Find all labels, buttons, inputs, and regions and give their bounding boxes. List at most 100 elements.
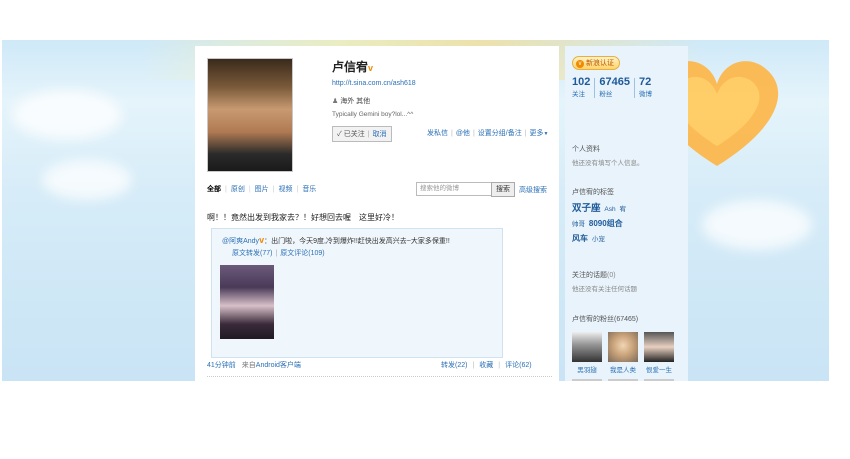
profile-avatar[interactable]: [207, 58, 293, 172]
tab-pictures[interactable]: 图片: [255, 186, 269, 193]
post-divider: [207, 376, 552, 377]
post-time-link[interactable]: 41分钟前: [207, 362, 236, 369]
personal-info-empty: 他还没有填写个人信息。: [572, 160, 644, 167]
fan-name[interactable]: 黑羽翅: [572, 364, 602, 374]
topics-title: 关注的话题(0): [572, 270, 616, 280]
topics-title-text: 关注的话题: [572, 272, 607, 279]
divider: |: [524, 130, 527, 137]
repost-content: @阿爽Andyv：出门啦，今天9度,冷到爆炸!!赶快出发高兴去~大家多保重!!: [222, 235, 450, 246]
tag[interactable]: Ash: [604, 206, 615, 213]
fans-title[interactable]: 卢信宥的粉丝(67465): [572, 314, 638, 324]
sidebar: v 新浪认证 102 关注 67465 粉丝 72 微博 个人资料 他还没有填写个…: [565, 46, 688, 381]
tab-video[interactable]: 视频: [278, 186, 292, 193]
fan-name[interactable]: 恨爱一生: [644, 364, 674, 374]
profile-url[interactable]: http://t.sina.com.cn/ash618: [332, 80, 416, 87]
fan-avatar[interactable]: [572, 332, 602, 362]
fans-grid-row-2: [572, 379, 680, 381]
search-button[interactable]: 搜索: [491, 182, 515, 197]
divider: |: [451, 130, 453, 137]
tag-cloud: 双子座 Ash 宥 帅哥 8090组合 风车 小宠: [572, 202, 684, 247]
stat-number: 102: [572, 76, 591, 88]
fan-item[interactable]: 我是人类: [608, 332, 638, 374]
tab-music[interactable]: 音乐: [302, 186, 316, 193]
fan-name[interactable]: 我是人类: [608, 364, 638, 374]
fan-avatar[interactable]: [644, 379, 674, 381]
verified-icon: v: [576, 60, 584, 68]
fan-avatar[interactable]: [608, 332, 638, 362]
stat-following[interactable]: 102 关注: [572, 76, 590, 98]
divider: |: [296, 186, 299, 193]
more-menu[interactable]: 更多: [530, 130, 544, 137]
divider: |: [472, 362, 475, 369]
stat-label: 粉丝: [599, 91, 613, 98]
fan-item[interactable]: 恨爱一生: [644, 332, 674, 374]
profile-name: 卢信宥v: [332, 58, 373, 75]
tag[interactable]: 帅哥: [572, 221, 585, 228]
verify-banner[interactable]: v 新浪认证: [572, 56, 620, 70]
stat-label: 关注: [572, 91, 585, 98]
weibo-profile-screenshot: 卢信宥v http://t.sina.com.cn/ash618 ♟ 海外 其他…: [2, 40, 829, 381]
feed-search-input[interactable]: 搜索他的微博: [416, 182, 494, 196]
divider: |: [275, 250, 278, 257]
profile-stats: 102 关注 67465 粉丝 72 微博: [572, 76, 656, 98]
profile-location: ♟ 海外 其他: [332, 96, 370, 106]
mention-link[interactable]: @他: [456, 130, 470, 137]
original-forward-link[interactable]: 原文转发(77): [232, 250, 272, 257]
fan-avatar[interactable]: [608, 379, 638, 381]
profile-name-text: 卢信宥: [332, 60, 369, 74]
profile-actions: 发私信 | @他 | 设置分组/备注 | 更多▼: [427, 128, 549, 138]
cloud: [702, 200, 812, 250]
fan-item[interactable]: 黑羽翅: [572, 332, 602, 374]
forward-button[interactable]: 转发(22): [441, 362, 467, 369]
divider: |: [472, 130, 475, 137]
follow-status: ✓ 已关注 | 取消: [332, 126, 392, 142]
comment-button[interactable]: 评论(62): [505, 362, 531, 369]
tag[interactable]: 8090组合: [589, 219, 623, 228]
check-icon: ✓: [337, 131, 342, 138]
send-message-link[interactable]: 发私信: [427, 130, 448, 137]
location-text: 海外 其他: [340, 98, 371, 105]
stat-number: 67465: [599, 76, 630, 88]
divider: |: [225, 186, 227, 193]
fan-avatar[interactable]: [572, 379, 602, 381]
topics-count: (0): [607, 272, 616, 279]
repost-box: @阿爽Andyv：出门啦，今天9度,冷到爆炸!!赶快出发高兴去~大家多保重!! …: [211, 228, 503, 358]
personal-info-title: 个人资料: [572, 146, 600, 153]
main-column: 卢信宥v http://t.sina.com.cn/ash618 ♟ 海外 其他…: [195, 46, 559, 381]
post-source-link[interactable]: Android客户端: [256, 362, 301, 369]
divider: |: [272, 186, 275, 193]
verified-icon: v: [368, 63, 374, 73]
tab-original[interactable]: 原创: [231, 186, 245, 193]
stat-posts[interactable]: 72 微博: [639, 76, 652, 98]
unfollow-button[interactable]: 取消: [373, 131, 387, 138]
chevron-down-icon[interactable]: ▼: [544, 131, 549, 137]
cloud: [12, 90, 122, 140]
advanced-search-link[interactable]: 高级搜索: [519, 185, 547, 195]
divider: [633, 78, 635, 98]
person-icon: ♟: [332, 98, 339, 105]
stat-number: 72: [638, 76, 652, 88]
post-meta: 41分钟前 来自Android客户端: [207, 360, 301, 370]
cloud: [42, 160, 132, 200]
stat-label: 微博: [638, 91, 652, 98]
fans-grid: 黑羽翅 我是人类 恨爱一生: [572, 332, 680, 374]
from-label: 来自: [241, 362, 256, 369]
tag[interactable]: 小宠: [592, 236, 605, 243]
repost-links: 原文转发(77) | 原文评论(109): [232, 248, 325, 258]
divider: |: [367, 131, 370, 138]
topics-empty: 他还没有关注任何话题: [572, 286, 637, 293]
post-text: 啊！！竟然出发到我家去？！好想回去喔 这里好冷！: [207, 213, 399, 222]
tag[interactable]: 双子座: [572, 203, 601, 214]
tag[interactable]: 风车: [572, 234, 588, 243]
verify-banner-label: 新浪认证: [586, 60, 614, 67]
repost-image[interactable]: [220, 265, 274, 339]
tab-all[interactable]: 全部: [207, 186, 221, 193]
fan-avatar[interactable]: [644, 332, 674, 362]
repost-user-link[interactable]: @阿爽Andy: [222, 238, 259, 245]
stat-followers[interactable]: 67465 粉丝: [599, 76, 630, 98]
original-comment-link[interactable]: 原文评论(109): [280, 250, 324, 257]
favorite-button[interactable]: 收藏: [479, 362, 493, 369]
tag[interactable]: 宥: [620, 206, 627, 213]
followed-label: 已关注: [343, 131, 365, 138]
set-group-link[interactable]: 设置分组/备注: [478, 130, 522, 137]
